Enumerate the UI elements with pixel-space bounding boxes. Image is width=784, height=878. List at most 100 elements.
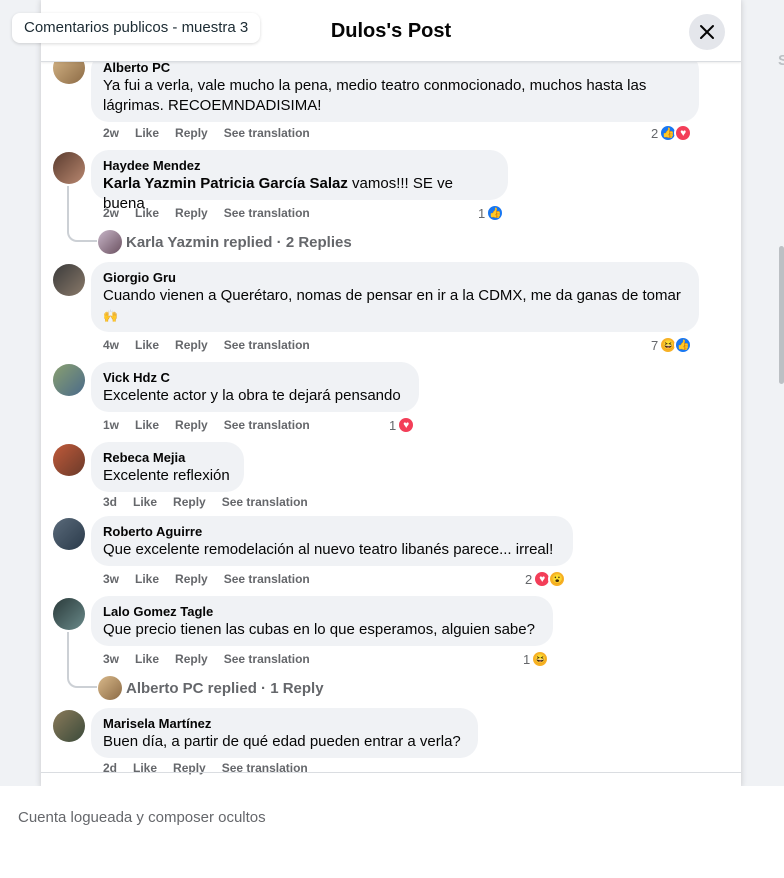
reaction-summary[interactable]: 1 😆: [523, 650, 550, 668]
like-button[interactable]: Like: [135, 126, 159, 140]
reaction-count: 2: [525, 571, 533, 587]
reaction-count: 1: [389, 417, 397, 433]
avatar[interactable]: [53, 444, 85, 476]
reaction-summary[interactable]: 2 👍 ♥: [651, 124, 693, 142]
like-reaction-icon: 👍: [674, 336, 693, 354]
footer: Cuenta logueada y composer ocultos: [0, 786, 784, 878]
see-translation-link[interactable]: See translation: [224, 418, 310, 432]
comment-time[interactable]: 3w: [103, 572, 119, 586]
footer-note: Cuenta logueada y composer ocultos: [18, 809, 266, 826]
comment-bubble: Vick Hdz C Excelente actor y la obra te …: [91, 362, 419, 412]
love-reaction-icon: ♥: [674, 124, 693, 142]
modal-divider: [41, 772, 741, 773]
avatar[interactable]: [53, 598, 85, 630]
comment-text: Que excelente remodelación al nuevo teat…: [103, 541, 554, 558]
reply-button[interactable]: Reply: [173, 495, 206, 509]
comment-time[interactable]: 2w: [103, 206, 119, 220]
comment-text: Que precio tienen las cubas en lo que es…: [103, 621, 535, 638]
avatar[interactable]: [53, 264, 85, 296]
comment-actions: 2w Like Reply See translation: [103, 126, 326, 140]
comment-bubble: Lalo Gomez Tagle Que precio tienen las c…: [91, 596, 553, 646]
comment-time[interactable]: 3d: [103, 495, 117, 509]
reply-button[interactable]: Reply: [175, 126, 208, 140]
reaction-summary[interactable]: 1 ♥: [389, 416, 416, 434]
like-button[interactable]: Like: [135, 338, 159, 352]
comment-actions: 3w Like Reply See translation: [103, 572, 326, 586]
comment-author[interactable]: Marisela Martínez: [103, 716, 466, 732]
close-icon: [700, 25, 714, 39]
avatar[interactable]: [53, 152, 85, 184]
comment-author[interactable]: Roberto Aguirre: [103, 524, 561, 540]
comment-author[interactable]: Lalo Gomez Tagle: [103, 604, 541, 620]
view-replies-link[interactable]: Alberto PC replied · 1 Reply: [98, 676, 324, 700]
comment-author[interactable]: Rebeca Mejia: [103, 450, 232, 466]
like-button[interactable]: Like: [133, 495, 157, 509]
comment-bubble: Haydee Mendez Karla Yazmin Patricia Garc…: [91, 150, 508, 212]
like-button[interactable]: Like: [135, 652, 159, 666]
comment-author[interactable]: Vick Hdz C: [103, 370, 407, 386]
comment-time[interactable]: 1w: [103, 418, 119, 432]
view-replies-link[interactable]: Karla Yazmin replied · 2 Replies: [98, 230, 352, 254]
reaction-count: 7: [651, 337, 659, 353]
comment-text: Cuando vienen a Querétaro, nomas de pens…: [103, 287, 681, 304]
avatar[interactable]: [53, 710, 85, 742]
comment-actions: 3w Like Reply See translation: [103, 652, 326, 666]
see-translation-link[interactable]: See translation: [224, 338, 310, 352]
reply-button[interactable]: Reply: [175, 206, 208, 220]
thread-line: [67, 186, 97, 242]
comment-author[interactable]: Alberto PC: [103, 60, 687, 76]
reply-button[interactable]: Reply: [175, 652, 208, 666]
sample-label-chip: Comentarios publicos - muestra 3: [12, 13, 261, 43]
see-translation-link[interactable]: See translation: [224, 126, 310, 140]
replies-count: 1 Reply: [270, 679, 324, 697]
avatar[interactable]: [53, 518, 85, 550]
close-button[interactable]: [689, 14, 725, 50]
replies-author: Alberto PC replied: [126, 679, 257, 697]
avatar[interactable]: [53, 364, 85, 396]
comment-actions: 3d Like Reply See translation: [103, 495, 324, 509]
comment-author[interactable]: Haydee Mendez: [103, 158, 496, 174]
avatar: [98, 230, 122, 254]
like-button[interactable]: Like: [135, 418, 159, 432]
comment-bubble: Alberto PC Ya fui a verla, vale mucho la…: [91, 52, 699, 122]
avatar: [98, 676, 122, 700]
reply-button[interactable]: Reply: [175, 338, 208, 352]
see-translation-link[interactable]: See translation: [224, 652, 310, 666]
reply-button[interactable]: Reply: [175, 418, 208, 432]
background-left: [0, 28, 41, 788]
background-partial-text: S: [778, 52, 784, 69]
comment-text: Ya fui a verla, vale mucho la pena, medi…: [103, 77, 647, 114]
reaction-count: 1: [478, 205, 486, 221]
replies-author: Karla Yazmin replied: [126, 233, 273, 251]
like-button[interactable]: Like: [135, 572, 159, 586]
comment-bubble: Giorgio Gru Cuando vienen a Querétaro, n…: [91, 262, 699, 332]
see-translation-link[interactable]: See translation: [224, 572, 310, 586]
see-translation-link[interactable]: See translation: [224, 206, 310, 220]
comment-author[interactable]: Giorgio Gru: [103, 270, 687, 286]
reaction-count: 1: [523, 651, 531, 667]
background-right: [741, 28, 784, 788]
comment-time[interactable]: 2w: [103, 126, 119, 140]
like-reaction-icon: 👍: [486, 204, 505, 222]
comment-bubble: Marisela Martínez Buen día, a partir de …: [91, 708, 478, 758]
see-translation-link[interactable]: See translation: [222, 495, 308, 509]
mention-link[interactable]: Karla Yazmin Patricia García Salaz: [103, 175, 348, 192]
comment-bubble: Rebeca Mejia Excelente reflexión: [91, 442, 244, 492]
comment-bubble: Roberto Aguirre Que excelente remodelaci…: [91, 516, 573, 566]
reply-button[interactable]: Reply: [175, 572, 208, 586]
reaction-count: 2: [651, 125, 659, 141]
comment-actions: 2w Like Reply See translation: [103, 206, 326, 220]
comment-time[interactable]: 4w: [103, 338, 119, 352]
comment-actions: 4w Like Reply See translation: [103, 338, 326, 352]
reaction-summary[interactable]: 7 😆 👍: [651, 336, 693, 354]
replies-separator: ·: [272, 233, 286, 251]
comment-text: Buen día, a partir de qué edad pueden en…: [103, 733, 461, 750]
reaction-summary[interactable]: 2 ♥ 😮: [525, 570, 567, 588]
background-scrollbar[interactable]: [779, 246, 784, 384]
comment-actions: 1w Like Reply See translation: [103, 418, 326, 432]
reaction-summary[interactable]: 1 👍: [478, 204, 505, 222]
haha-reaction-icon: 😆: [531, 650, 550, 668]
like-button[interactable]: Like: [135, 206, 159, 220]
thread-line: [67, 632, 97, 688]
comment-time[interactable]: 3w: [103, 652, 119, 666]
